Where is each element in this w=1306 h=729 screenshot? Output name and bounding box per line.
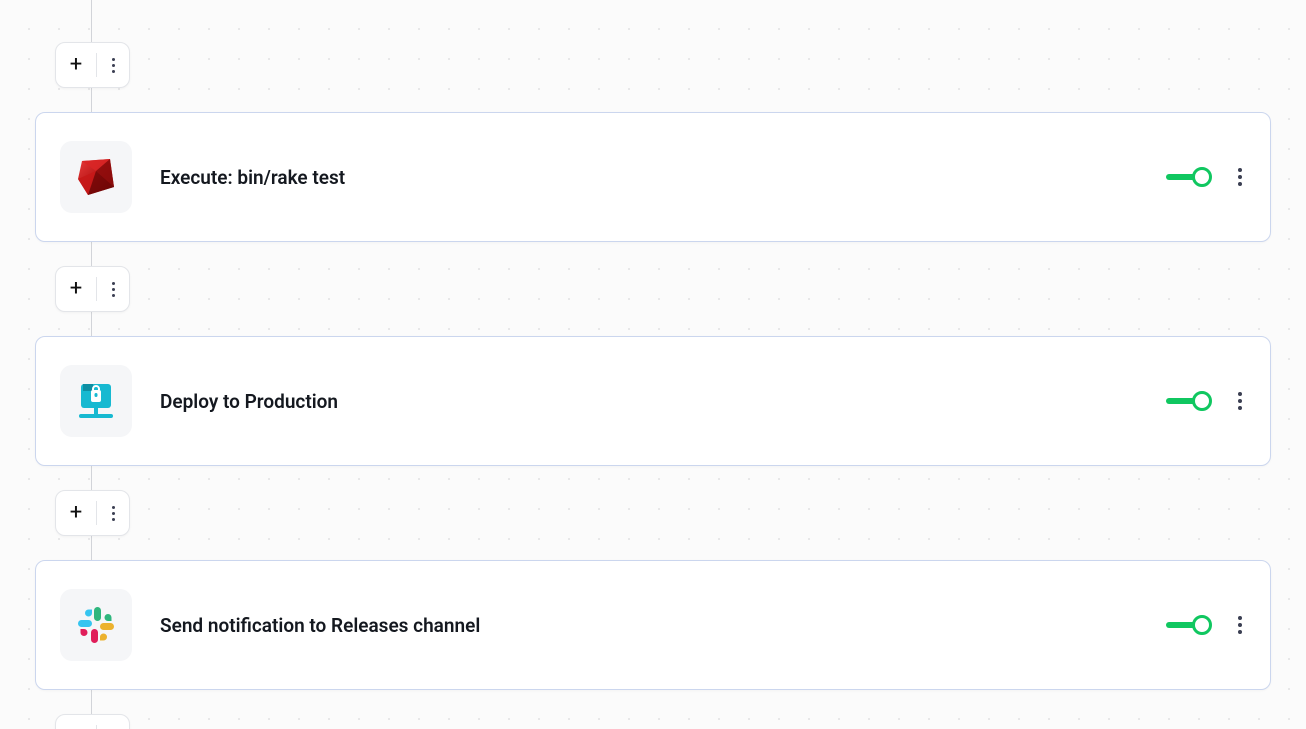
step-enable-toggle[interactable] xyxy=(1166,389,1212,413)
plus-icon: + xyxy=(70,278,82,300)
step-actions xyxy=(1166,164,1246,190)
pipeline-step-card[interactable]: Deploy to Production xyxy=(35,336,1271,466)
add-step-more-button[interactable] xyxy=(97,54,129,77)
step-title: Deploy to Production xyxy=(160,390,1138,413)
pipeline-step-card[interactable]: Send notification to Releases channel xyxy=(35,560,1271,690)
ruby-icon xyxy=(60,141,132,213)
step-actions xyxy=(1166,612,1246,638)
add-step-more-button[interactable] xyxy=(97,502,129,525)
step-title: Send notification to Releases channel xyxy=(160,614,1138,637)
plus-icon: + xyxy=(70,54,82,76)
plus-icon: + xyxy=(70,502,82,524)
add-step-button-group: + xyxy=(55,490,130,536)
more-vertical-icon xyxy=(108,726,119,729)
add-step-button-group: + xyxy=(55,714,130,729)
add-step-more-button[interactable] xyxy=(97,726,129,729)
add-step-button[interactable]: + xyxy=(56,278,96,300)
add-step-button-group: + xyxy=(55,266,130,312)
slack-icon xyxy=(60,589,132,661)
pipeline-canvas: + Execu xyxy=(35,0,1271,729)
step-enable-toggle[interactable] xyxy=(1166,165,1212,189)
more-vertical-icon xyxy=(108,278,119,301)
step-more-button[interactable] xyxy=(1234,612,1246,638)
pipeline-step-card[interactable]: Execute: bin/rake test xyxy=(35,112,1271,242)
step-more-button[interactable] xyxy=(1234,388,1246,414)
deploy-icon xyxy=(60,365,132,437)
add-step-more-button[interactable] xyxy=(97,278,129,301)
more-vertical-icon xyxy=(108,54,119,77)
step-actions xyxy=(1166,388,1246,414)
more-vertical-icon xyxy=(108,502,119,525)
add-step-button-group: + xyxy=(55,42,130,88)
step-title: Execute: bin/rake test xyxy=(160,166,1138,189)
add-step-button[interactable]: + xyxy=(56,502,96,524)
add-step-button[interactable]: + xyxy=(56,54,96,76)
step-more-button[interactable] xyxy=(1234,164,1246,190)
step-enable-toggle[interactable] xyxy=(1166,613,1212,637)
